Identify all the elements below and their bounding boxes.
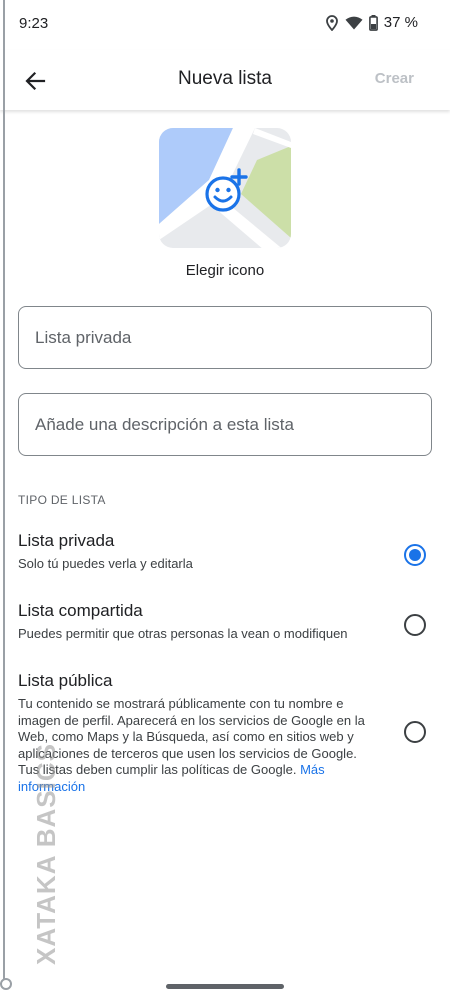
list-description-field[interactable]	[18, 393, 432, 456]
choose-icon-label[interactable]: Elegir icono	[0, 262, 450, 279]
location-icon	[325, 14, 339, 31]
radio-shared-list[interactable]	[404, 614, 426, 636]
list-name-input[interactable]	[19, 307, 431, 368]
option-description: Puedes permitir que otras personas la ve…	[18, 626, 348, 641]
battery-icon	[368, 14, 378, 31]
status-bar: 9:23 37 %	[0, 0, 450, 50]
option-private-list[interactable]: Lista privada Solo tú puedes verla y edi…	[0, 531, 450, 581]
status-time: 9:23	[19, 15, 49, 32]
option-title: Lista pública	[18, 671, 113, 690]
create-button[interactable]: Crear	[375, 70, 414, 87]
watermark-dot	[0, 978, 12, 990]
watermark-text: XATAKA BASICS	[31, 743, 61, 965]
option-shared-list[interactable]: Lista compartida Puedes permitir que otr…	[0, 601, 450, 651]
status-icons: 37 %	[325, 14, 418, 31]
radio-public-list[interactable]	[404, 721, 426, 743]
home-indicator[interactable]	[166, 984, 284, 989]
watermark-rule	[3, 0, 5, 985]
option-description: Solo tú puedes verla y editarla	[18, 556, 193, 571]
wifi-icon	[345, 16, 363, 30]
app-bar: Nueva lista Crear	[0, 50, 450, 110]
option-title: Lista privada	[18, 531, 115, 550]
option-description: Tu contenido se mostrará públicamente co…	[18, 696, 378, 795]
list-name-field[interactable]	[18, 306, 432, 369]
list-type-header: TIPO DE LISTA	[18, 493, 106, 507]
choose-icon-button[interactable]	[159, 128, 291, 248]
add-emoji-icon	[205, 168, 248, 212]
option-public-list[interactable]: Lista pública Tu contenido se mostrará p…	[0, 671, 450, 801]
list-description-input[interactable]	[19, 394, 431, 455]
battery-percentage: 37 %	[383, 14, 418, 31]
radio-private-list[interactable]	[404, 544, 426, 566]
option-title: Lista compartida	[18, 601, 143, 620]
